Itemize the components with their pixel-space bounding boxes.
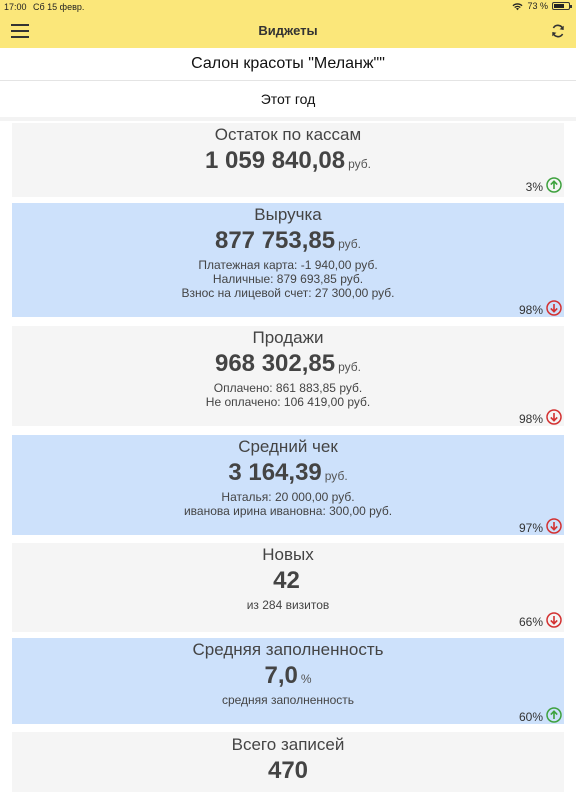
salon-name[interactable]: Салон красоты "Меланж"" [0, 48, 576, 81]
widget-detail: Оплачено: 861 883,85 руб. [213, 381, 363, 395]
trend-down-icon [546, 300, 562, 316]
trend-up-icon [546, 707, 562, 723]
widget-percent: 66% [518, 615, 543, 629]
widget-value-number: 1 059 840,08 [204, 147, 346, 174]
battery-icon [552, 2, 572, 10]
widget-title: Выручка [254, 205, 322, 224]
widget-value-number: 470 [267, 757, 309, 784]
widget-value: 470 [12, 757, 564, 785]
widget-unit: руб. [348, 157, 372, 171]
battery-percent: 73 % [527, 1, 548, 11]
widget-total-bookings[interactable]: Всего записей 470 [12, 732, 564, 792]
widget-value-number: 3 164,39 [228, 459, 322, 486]
widget-unit: руб. [324, 469, 348, 483]
widget-unit: % [300, 672, 312, 686]
status-date: Сб 15 февр. [33, 2, 85, 12]
refresh-icon[interactable] [550, 23, 566, 39]
status-time: 17:00 [4, 2, 27, 12]
widget-value: 968 302,85 руб. [12, 350, 564, 381]
widget-value-number: 42 [273, 567, 300, 594]
period-selector[interactable]: Этот год [0, 81, 576, 117]
widget-detail: из 284 визитов [246, 598, 330, 612]
widget-average-occupancy[interactable]: Средняя заполненность 7,0% средняя запол… [12, 638, 564, 724]
status-bar: 17:00 Сб 15 февр. 73 % [0, 0, 576, 14]
nav-bar: Виджеты [0, 14, 576, 48]
widget-detail: Взнос на лицевой счет: 27 300,00 руб. [181, 286, 395, 300]
widget-value: 877 753,85 руб. [12, 227, 564, 258]
widget-new-clients[interactable]: Новых 42 из 284 визитов 66% [12, 543, 564, 632]
widget-cash-balance[interactable]: Остаток по кассам 1 059 840,08 руб. 3% [12, 123, 564, 197]
widget-unit: руб. [338, 360, 361, 374]
widget-value-number: 877 753,85 [214, 227, 336, 254]
wifi-icon [512, 2, 523, 10]
widget-title: Новых [262, 545, 314, 564]
widget-title: Средняя заполненность [192, 640, 384, 659]
widget-title: Средний чек [238, 437, 338, 456]
widget-detail: средняя заполненность [221, 693, 355, 707]
widget-value: 42 [12, 567, 564, 598]
page-title: Виджеты [258, 23, 318, 38]
widget-detail: иванова ирина ивановна: 300,00 руб. [183, 504, 393, 518]
widget-value: 1 059 840,08 руб. [12, 147, 564, 178]
trend-down-icon [546, 518, 562, 534]
widget-title: Всего записей [231, 735, 345, 754]
widget-title: Продажи [252, 328, 324, 347]
widget-percent: 98% [518, 303, 543, 317]
trend-down-icon [546, 409, 562, 425]
widget-value: 3 164,39 руб. [12, 459, 564, 490]
widget-detail: Наталья: 20 000,00 руб. [221, 490, 355, 504]
widget-detail: Не оплачено: 106 419,00 руб. [205, 395, 371, 409]
widget-percent: 3% [525, 180, 543, 194]
widget-percent: 98% [518, 412, 543, 426]
widget-value: 7,0% [12, 662, 564, 693]
trend-down-icon [546, 612, 562, 628]
widget-revenue[interactable]: Выручка 877 753,85 руб. Платежная карта: … [12, 203, 564, 317]
widget-detail: Платежная карта: -1 940,00 руб. [198, 258, 378, 272]
widget-value-number: 968 302,85 [214, 350, 336, 377]
widget-sales[interactable]: Продажи 968 302,85 руб. Оплачено: 861 883… [12, 326, 564, 426]
widget-percent: 97% [518, 521, 543, 535]
widget-average-check[interactable]: Средний чек 3 164,39 руб. Наталья: 20 000… [12, 435, 564, 535]
divider [0, 117, 576, 121]
status-right: 73 % [512, 1, 572, 11]
widget-title: Остаток по кассам [214, 125, 362, 144]
widget-unit: руб. [338, 237, 361, 251]
widget-detail: Наличные: 879 693,85 руб. [212, 272, 364, 286]
widget-percent: 60% [518, 710, 543, 724]
widget-value-number: 7,0 [264, 662, 298, 689]
trend-up-icon [546, 177, 562, 193]
